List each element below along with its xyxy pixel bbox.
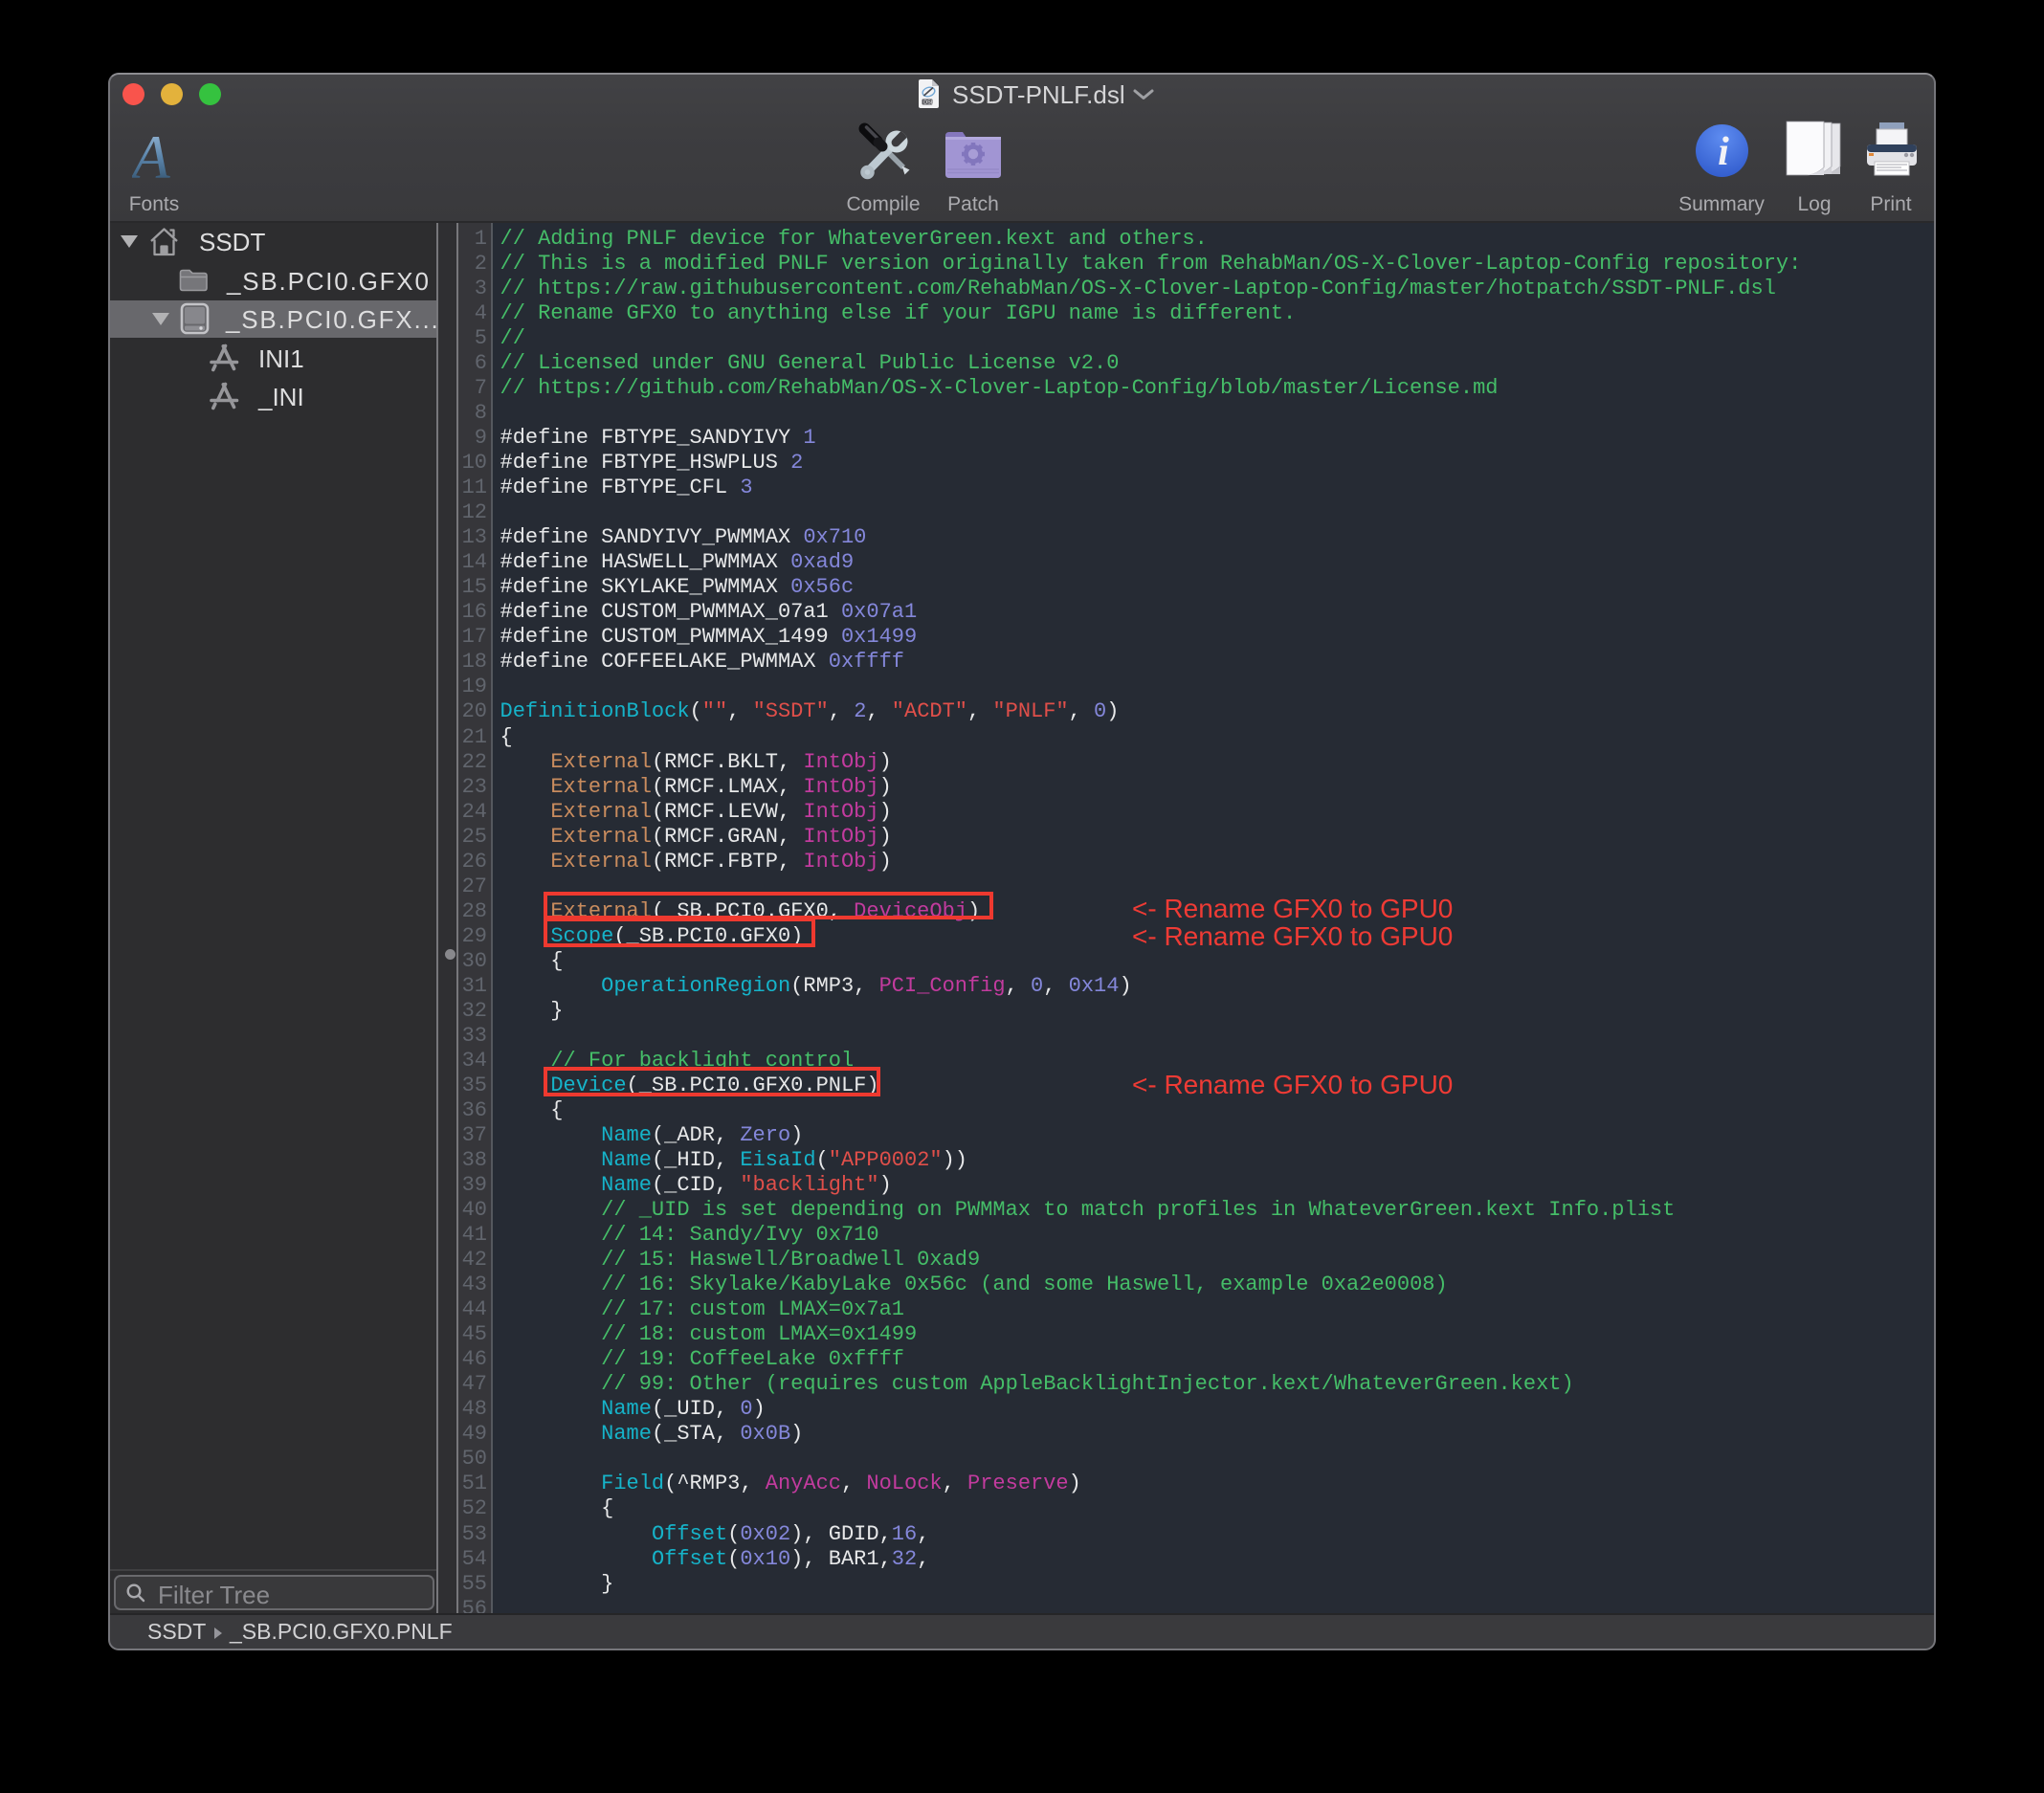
svg-text:DSL: DSL <box>923 100 934 106</box>
svg-text:i: i <box>1718 130 1729 174</box>
